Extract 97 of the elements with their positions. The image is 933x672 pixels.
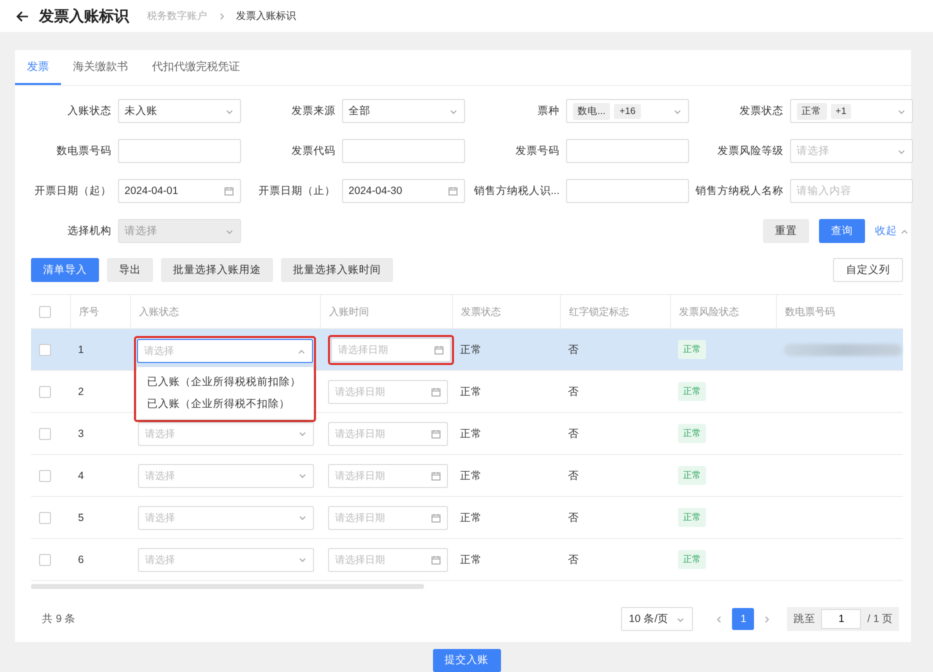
checkbox[interactable] [39, 512, 51, 524]
table-cell: 正常 [460, 552, 482, 566]
table-cell: 4 [78, 470, 84, 482]
status-tag: 正常 [678, 382, 706, 401]
table-cell: 否 [568, 468, 579, 482]
column-header: 入账时间 [329, 306, 369, 318]
table-cell: 否 [568, 552, 579, 566]
tab[interactable]: 发票 [15, 50, 61, 85]
select-field[interactable]: 未入账 [118, 99, 241, 123]
status-tag: 正常 [678, 550, 706, 569]
jump-label: 跳至 [793, 612, 816, 626]
calendar-icon [431, 512, 441, 522]
filter-label: 选择机构 [66, 224, 112, 238]
filter-label: 数电票号码 [56, 144, 112, 158]
table-cell: 否 [568, 384, 579, 398]
filter-label: 发票风险等级 [716, 144, 784, 158]
checkbox[interactable] [39, 386, 51, 398]
page-title: 发票入账标识 [39, 6, 129, 26]
table-cell: 6 [78, 554, 84, 566]
checkbox[interactable] [39, 470, 51, 482]
submit-button[interactable]: 提交入账 [432, 648, 500, 672]
calendar-icon [434, 344, 444, 354]
status-tag: 正常 [678, 340, 706, 359]
input-field[interactable] [566, 179, 689, 203]
breadcrumb-item: 发票入账标识 [236, 10, 296, 23]
filter-label: 销售方纳税人名称 [694, 184, 784, 198]
date-field[interactable]: 2024-04-30 [342, 179, 465, 203]
status-tag: 正常 [678, 508, 706, 527]
column-header: 入账状态 [139, 306, 179, 318]
custom-columns-button[interactable]: 自定义列 [833, 258, 903, 282]
table-cell: 正常 [460, 510, 482, 524]
checkbox[interactable] [39, 554, 51, 566]
column-header: 数电票号码 [785, 306, 835, 318]
status-tag: 正常 [678, 424, 706, 443]
tag: +16 [614, 104, 641, 118]
column-header: 发票风险状态 [679, 306, 739, 318]
column-header: 红字锁定标志 [569, 306, 629, 318]
collapse-link[interactable]: 收起 [875, 224, 915, 238]
input-field[interactable] [118, 139, 241, 163]
toolbar-button[interactable]: 导出 [107, 258, 153, 282]
table-cell: 否 [568, 426, 579, 440]
filter-label: 开票日期（止） [258, 184, 336, 198]
input-field[interactable] [342, 139, 465, 163]
filter-label: 销售方纳税人识... [472, 184, 560, 198]
toolbar-button[interactable]: 批量选择入账用途 [161, 258, 273, 282]
horizontal-scrollbar[interactable] [31, 584, 424, 589]
checkbox[interactable] [39, 306, 51, 318]
date-field[interactable]: 2024-04-01 [118, 179, 241, 203]
tab[interactable]: 代扣代缴完税凭证 [140, 50, 252, 85]
tag: 数电... [572, 102, 610, 120]
calendar-icon [448, 186, 458, 196]
calendar-icon [224, 186, 234, 196]
table-cell: 正常 [460, 342, 482, 356]
tag: 正常 [796, 102, 827, 120]
calendar-icon [431, 386, 441, 396]
tag: +1 [830, 104, 852, 118]
page-button[interactable]: 1 [732, 608, 754, 630]
filter-label: 发票来源 [290, 104, 336, 118]
total-count: 共 9 条 [42, 612, 77, 626]
table-cell: 5 [78, 512, 84, 524]
filter-label: 发票状态 [738, 104, 784, 118]
toolbar-button[interactable]: 清单导入 [31, 258, 99, 282]
tab[interactable]: 海关缴款书 [61, 50, 140, 85]
calendar-icon [431, 428, 441, 438]
page-total: / 1 页 [867, 612, 893, 626]
select-field[interactable]: 数电... +16 [566, 99, 689, 123]
filter-label: 票种 [536, 104, 560, 118]
table-cell: 3 [78, 428, 84, 440]
search-button[interactable]: 查询 [819, 219, 865, 243]
select-field[interactable]: 全部 [342, 99, 465, 123]
table-cell: 否 [568, 510, 579, 524]
filter-label: 发票号码 [514, 144, 560, 158]
calendar-icon [431, 554, 441, 564]
back-arrow-icon[interactable] [16, 10, 29, 22]
table-cell: 正常 [460, 468, 482, 482]
calendar-icon [431, 470, 441, 480]
select-field[interactable]: 正常 +1 [790, 99, 913, 123]
page-input[interactable]: 1 [821, 609, 862, 629]
dropdown-option[interactable]: 已入账（企业所得税不扣除） [137, 393, 313, 415]
dropdown-option[interactable]: 已入账（企业所得税税前扣除） [137, 371, 313, 393]
table-cell: 正常 [460, 384, 482, 398]
input-field[interactable] [566, 139, 689, 163]
checkbox[interactable] [39, 344, 51, 356]
table-cell: 1 [78, 344, 84, 356]
status-tag: 正常 [678, 466, 706, 485]
table-cell: 正常 [460, 426, 482, 440]
column-header: 序号 [79, 306, 99, 318]
table-cell: 否 [568, 342, 579, 356]
table-cell: 2 [78, 386, 84, 398]
filter-label: 入账状态 [66, 104, 112, 118]
filter-label: 开票日期（起） [34, 184, 112, 198]
filter-label: 发票代码 [290, 144, 336, 158]
page-size-select[interactable]: 10 条/页 [620, 607, 694, 631]
toolbar-button[interactable]: 批量选择入账时间 [281, 258, 393, 282]
column-header: 发票状态 [461, 306, 501, 318]
reset-button[interactable]: 重置 [763, 219, 809, 243]
checkbox[interactable] [39, 428, 51, 440]
